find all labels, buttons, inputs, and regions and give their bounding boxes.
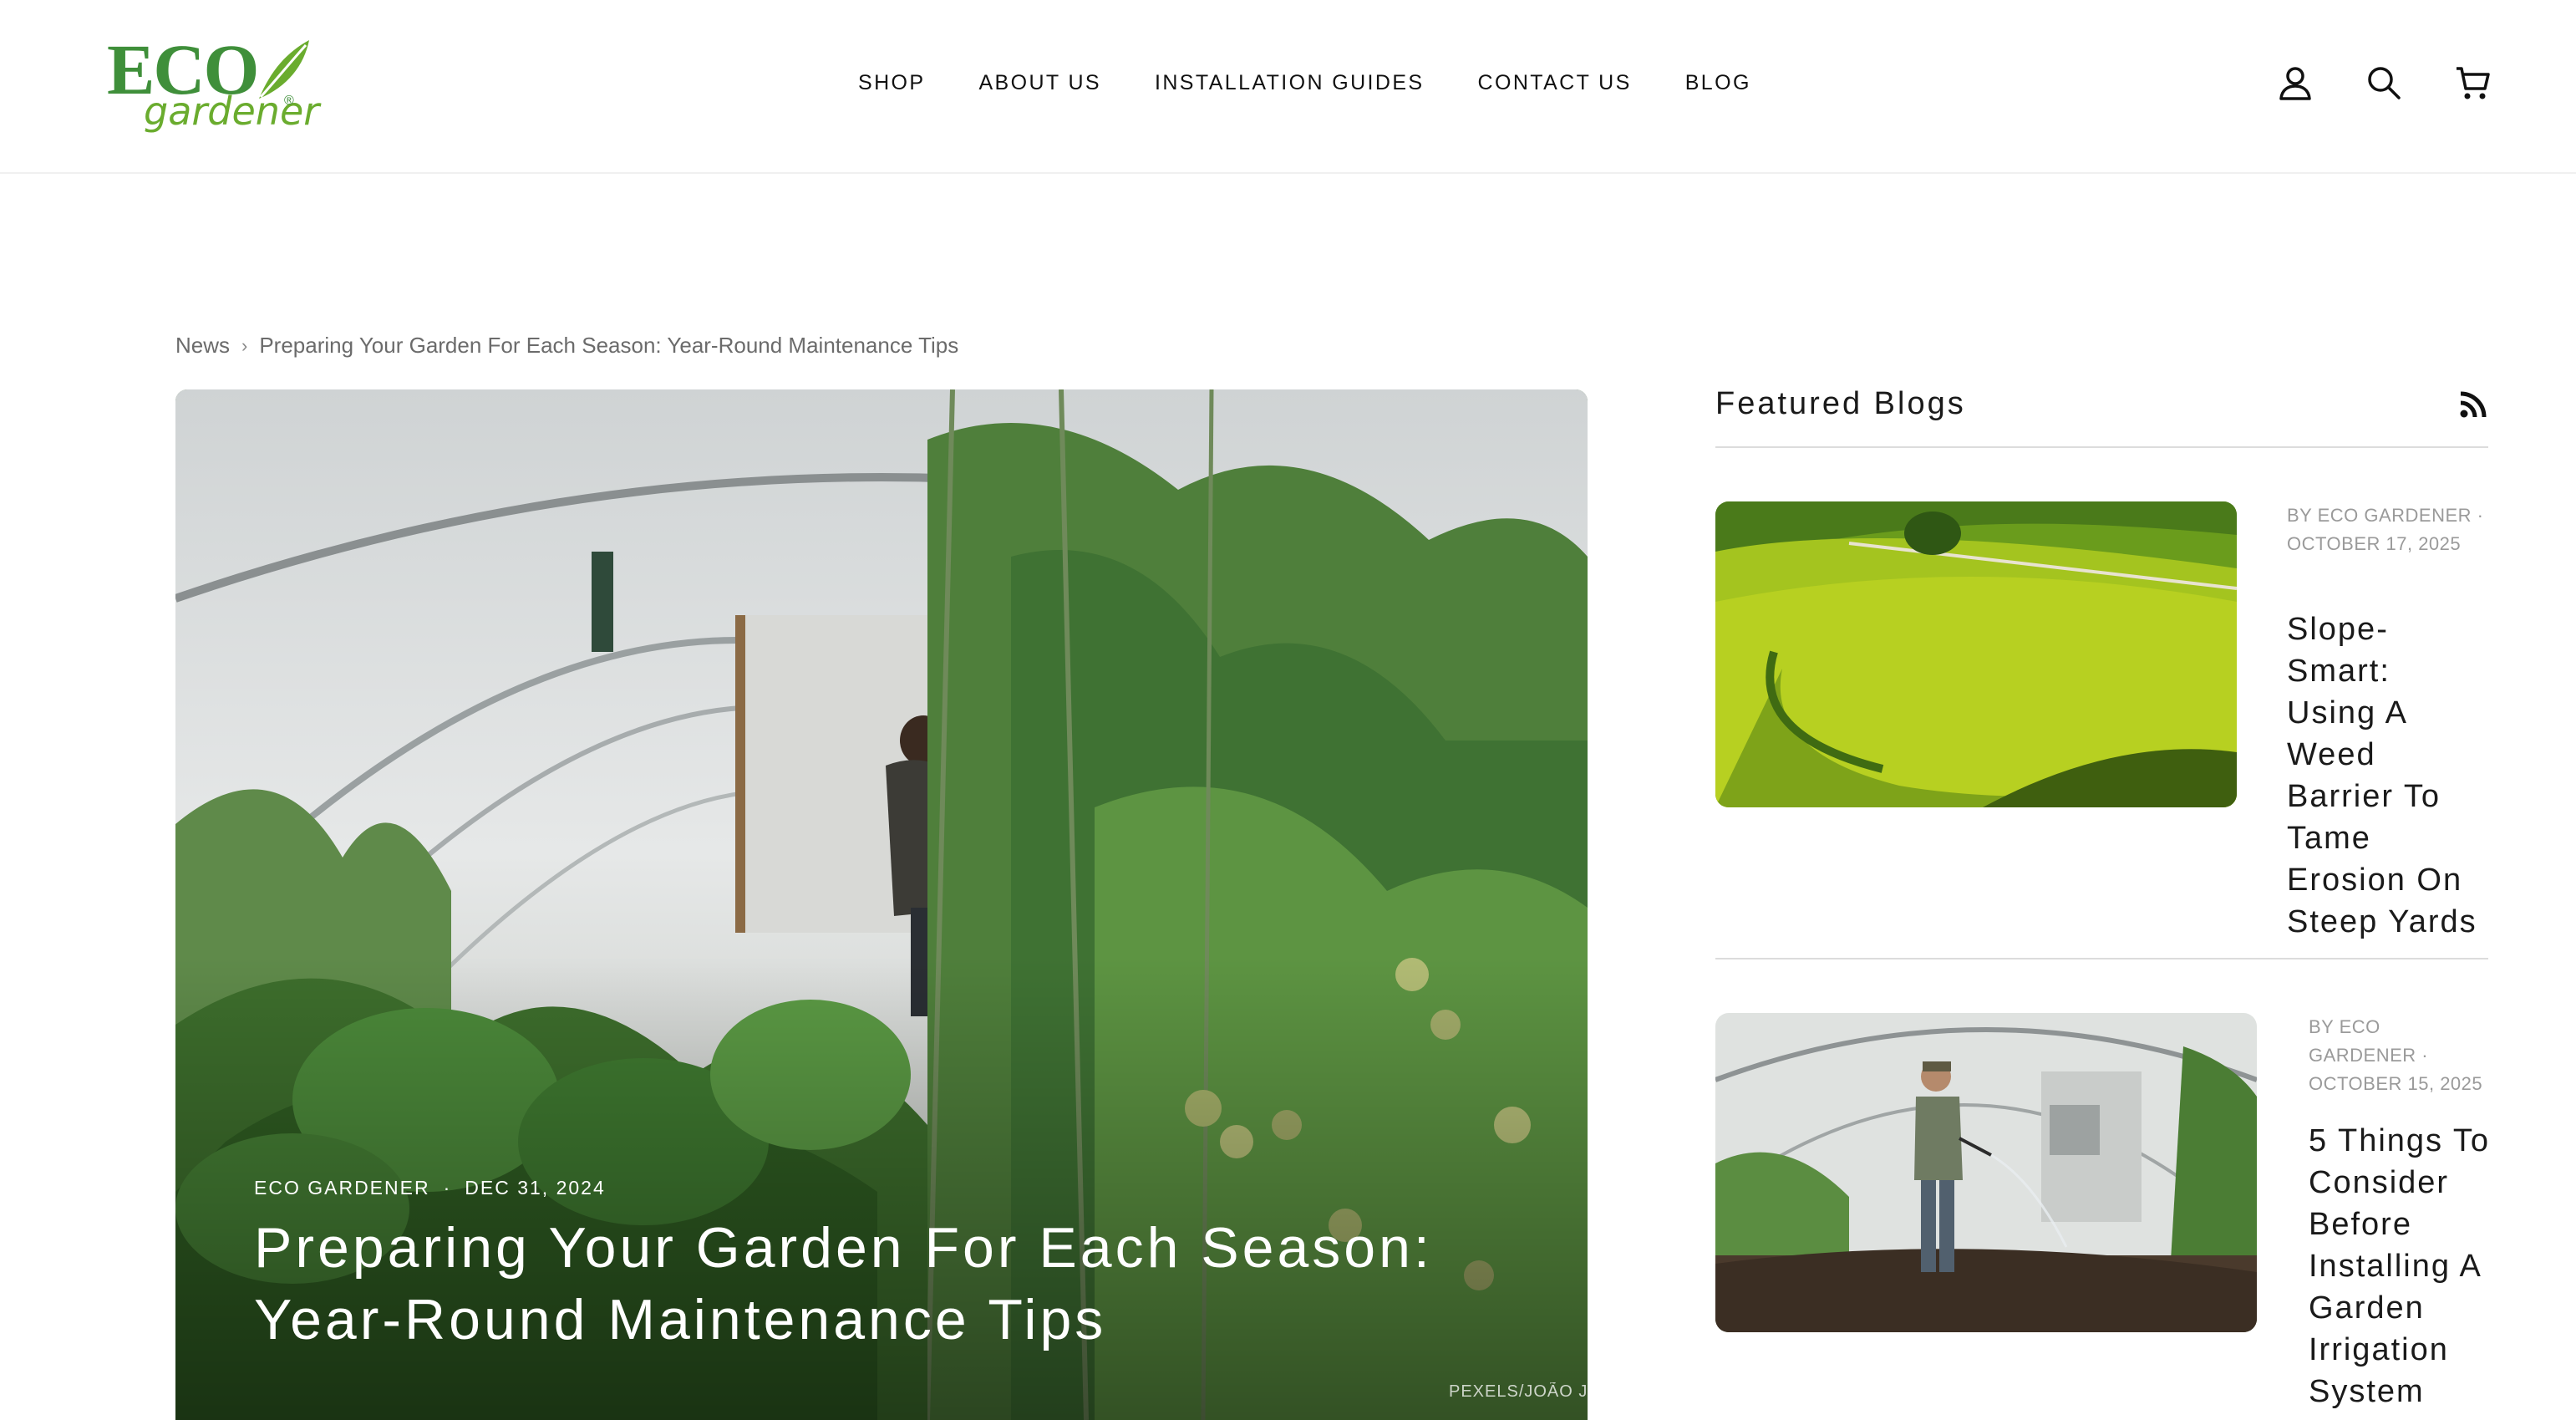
green-slope-image: [1715, 501, 2237, 807]
main-nav: SHOP ABOUT US INSTALLATION GUIDES CONTAC…: [858, 70, 1751, 95]
featured-post-2[interactable]: BY ECO GARDENER · OCTOBER 15, 2025 5 Thi…: [1715, 1013, 2488, 1420]
breadcrumb: News › Preparing Your Garden For Each Se…: [175, 333, 958, 359]
nav-blog[interactable]: BLOG: [1685, 70, 1751, 95]
account-icon[interactable]: [2274, 62, 2316, 104]
cart-icon[interactable]: [2452, 62, 2493, 104]
hero-author[interactable]: ECO GARDENER: [254, 1177, 430, 1199]
post-title[interactable]: 5 Things To Consider Before Installing A…: [2309, 1120, 2492, 1412]
hero-date: DEC 31, 2024: [465, 1177, 606, 1199]
nav-about-us[interactable]: ABOUT US: [978, 70, 1101, 95]
nav-installation-guides[interactable]: INSTALLATION GUIDES: [1155, 70, 1425, 95]
nav-contact-us[interactable]: CONTACT US: [1478, 70, 1632, 95]
post-byline: BY ECO GARDENER · OCTOBER 17, 2025: [2287, 505, 2484, 554]
post-byline: BY ECO GARDENER · OCTOBER 15, 2025: [2309, 1016, 2483, 1094]
nav-shop[interactable]: SHOP: [858, 70, 925, 95]
hero-meta-separator: ·: [443, 1177, 452, 1199]
breadcrumb-news-link[interactable]: News: [175, 333, 230, 359]
featured-post-1[interactable]: BY ECO GARDENER · OCTOBER 17, 2025 Slope…: [1715, 501, 2488, 939]
post-thumbnail[interactable]: [1715, 501, 2237, 807]
breadcrumb-separator: ›: [241, 334, 248, 356]
hero-article-card[interactable]: ECO GARDENER · DEC 31, 2024 Preparing Yo…: [175, 389, 1588, 1420]
search-icon[interactable]: [2363, 62, 2405, 104]
heading-divider: [1715, 446, 2488, 448]
featured-blogs-heading: Featured Blogs: [1715, 386, 1966, 421]
hero-title[interactable]: Preparing Your Garden For Each Season: Y…: [254, 1212, 1557, 1356]
greenhouse-watering-image: [1715, 1013, 2257, 1332]
registered-mark: ®: [284, 94, 294, 108]
site-header: ECO gardener ® SHOP ABOUT US INSTALLATIO…: [0, 0, 2576, 174]
featured-blogs-sidebar: Featured Blogs BY ECO GARDENER · OCTOBER…: [1715, 383, 2488, 1409]
post-title[interactable]: Slope-Smart: Using A Weed Barrier To Tam…: [2287, 608, 2487, 943]
breadcrumb-current: Preparing Your Garden For Each Season: Y…: [259, 333, 959, 358]
post-divider: [1715, 958, 2488, 959]
rss-icon[interactable]: [2458, 389, 2488, 420]
hero-meta: ECO GARDENER · DEC 31, 2024: [254, 1177, 606, 1199]
post-thumbnail[interactable]: [1715, 1013, 2257, 1332]
header-actions: [2274, 62, 2493, 104]
eco-gardener-logo[interactable]: ECO gardener ®: [107, 33, 319, 144]
image-credit: PEXELS/JOÃO J: [1449, 1382, 1588, 1401]
